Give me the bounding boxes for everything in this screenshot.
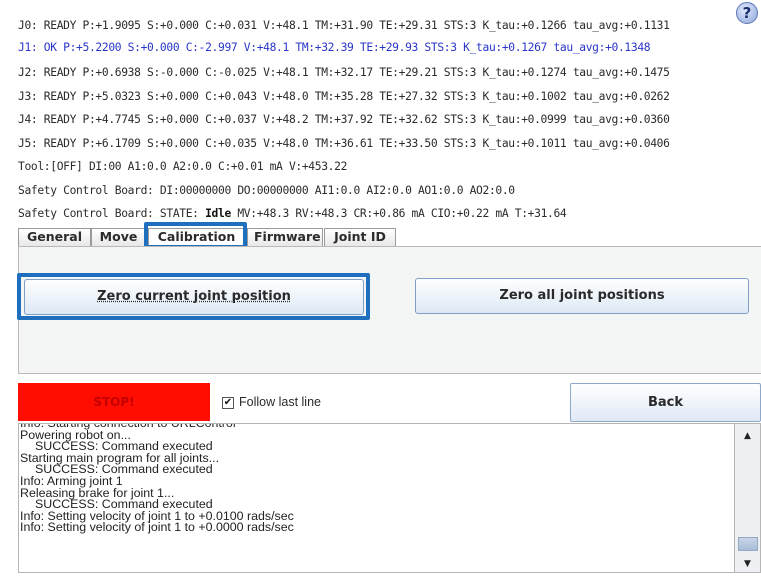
safety-io-status: Safety Control Board: DI:00000000 DO:000… xyxy=(18,184,515,197)
safety-state-status: Safety Control Board: STATE: Idle MV:+48… xyxy=(18,204,567,224)
zero-current-joint-button[interactable]: Zero current joint position xyxy=(24,279,364,315)
tool-status: Tool:[OFF] DI:00 A1:0.0 A2:0.0 C:+0.01 m… xyxy=(18,160,348,173)
follow-last-line-label: Follow last line xyxy=(239,395,321,409)
joint-status-j5: J5: READY P:+6.1709 S:+0.000 C:+0.035 V:… xyxy=(18,137,670,150)
help-icon[interactable]: ? xyxy=(736,2,758,24)
scroll-down-icon[interactable]: ▼ xyxy=(735,556,760,572)
safety-state-prefix: Safety Control Board: STATE: xyxy=(18,207,206,220)
back-button[interactable]: Back xyxy=(570,383,761,422)
scroll-thumb[interactable] xyxy=(738,537,758,551)
tab-move[interactable]: Move xyxy=(91,228,146,246)
log-scrollbar[interactable]: ▲ ▼ xyxy=(735,423,761,573)
joint-status-j2: J2: READY P:+0.6938 S:-0.000 C:-0.025 V:… xyxy=(18,66,670,79)
stop-button[interactable]: STOP! xyxy=(18,383,210,421)
joint-status-j3: J3: READY P:+5.0323 S:+0.000 C:+0.043 V:… xyxy=(18,90,670,103)
safety-state-suffix: MV:+48.3 RV:+48.3 CR:+0.86 mA CIO:+0.22 … xyxy=(230,207,567,220)
log-line: Info: Setting velocity of joint 1 to +0.… xyxy=(20,520,294,535)
joint-status-j0: J0: READY P:+1.9095 S:+0.000 C:+0.031 V:… xyxy=(18,19,670,32)
follow-last-line-checkbox[interactable]: ✔ xyxy=(222,397,234,409)
tab-joint-id[interactable]: Joint ID xyxy=(324,228,396,246)
scroll-up-icon[interactable]: ▲ xyxy=(735,428,760,444)
tab-calibration[interactable]: Calibration xyxy=(148,228,245,246)
tab-firmware[interactable]: Firmware xyxy=(247,228,323,246)
joint-status-j1: J1: OK P:+5.2200 S:+0.000 C:-2.997 V:+48… xyxy=(18,41,651,54)
log-output[interactable]: Info: Starting connection to URLControl P… xyxy=(18,423,735,573)
zero-current-joint-label: Zero current joint position xyxy=(97,289,291,304)
tab-general[interactable]: General xyxy=(18,228,91,246)
zero-all-joints-button[interactable]: Zero all joint positions xyxy=(415,278,749,314)
log-lines: Info: Starting connection to URLControl P… xyxy=(19,424,294,535)
safety-state-value: Idle xyxy=(205,207,231,220)
joint-status-j4: J4: READY P:+4.7745 S:+0.000 C:+0.037 V:… xyxy=(18,113,670,126)
